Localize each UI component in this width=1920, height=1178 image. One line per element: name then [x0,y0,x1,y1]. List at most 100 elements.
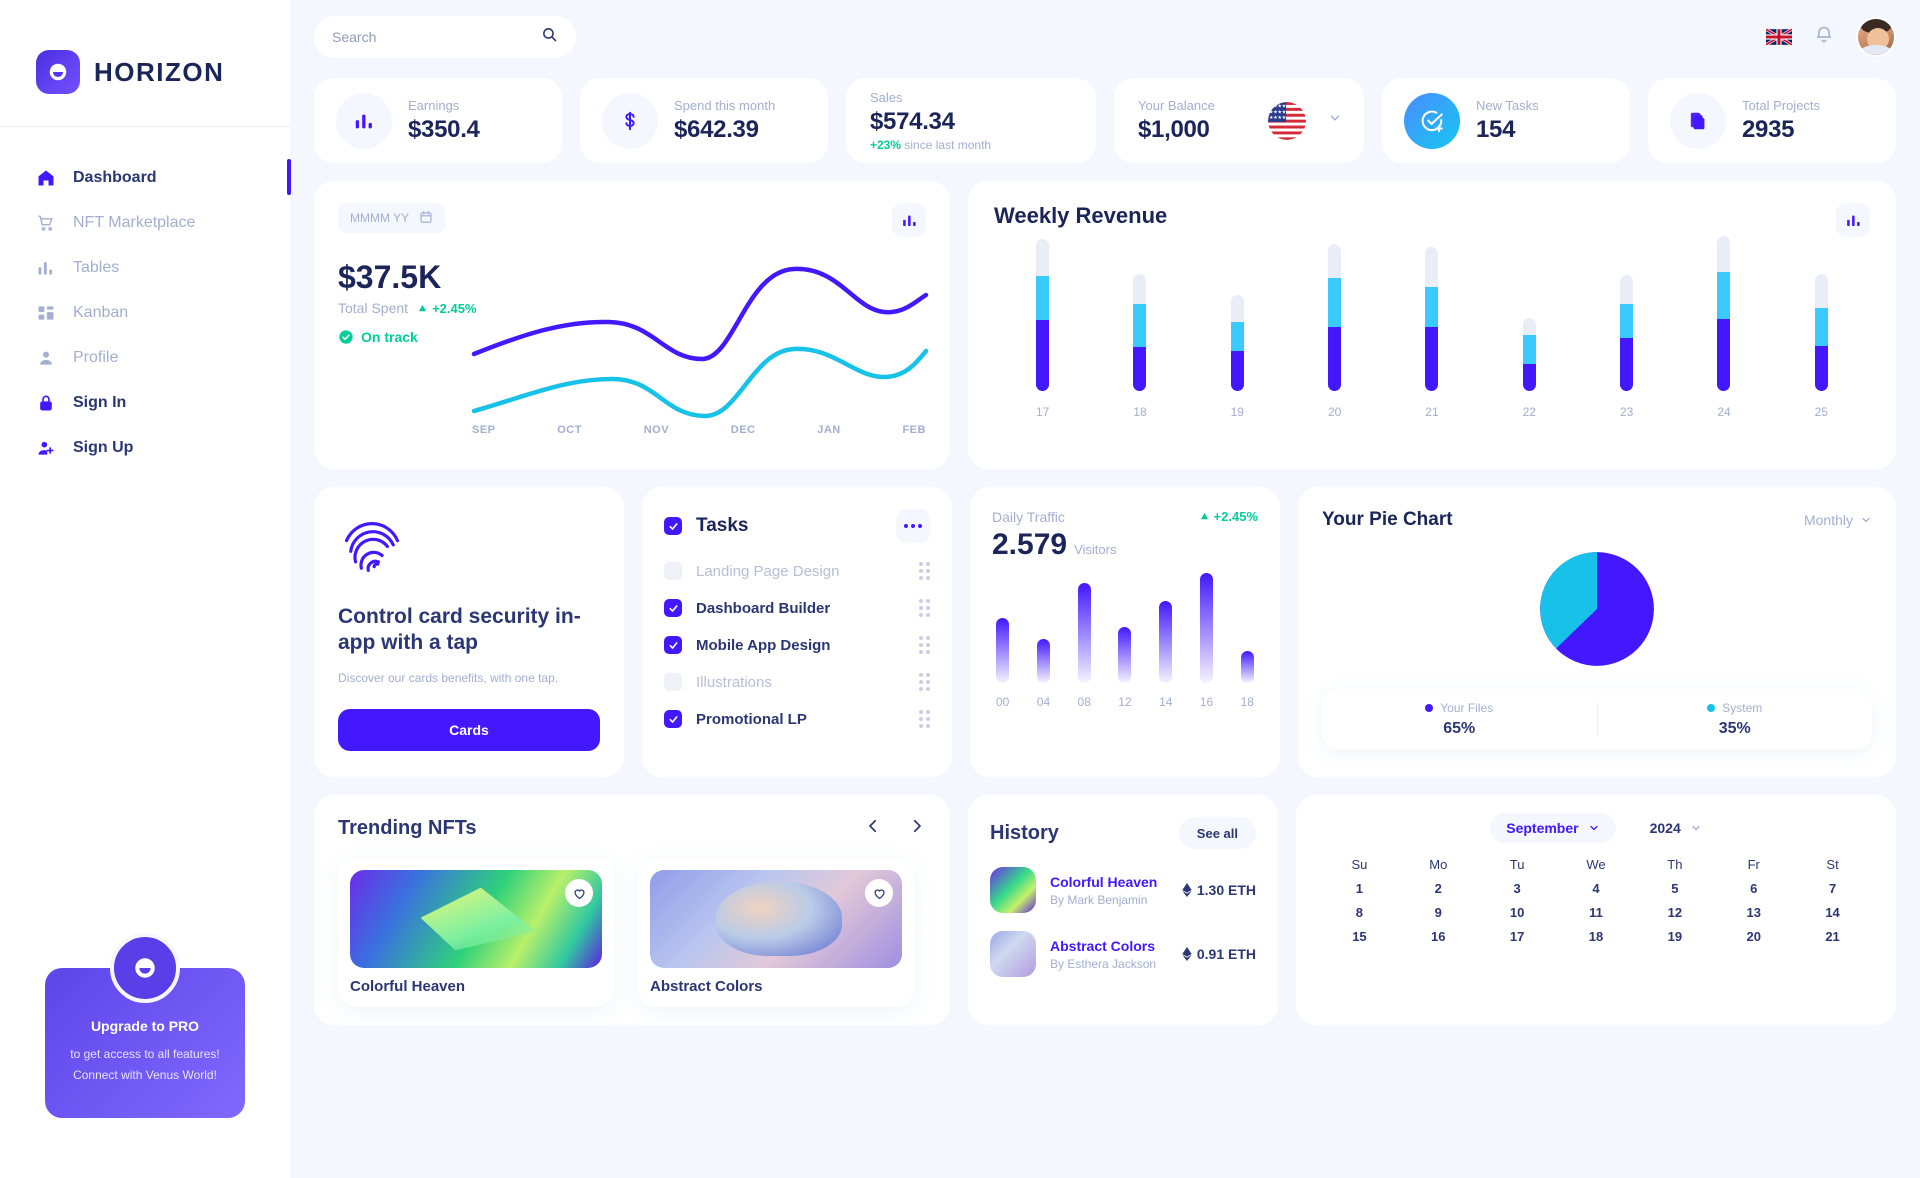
calendar-day[interactable]: 13 [1714,905,1793,920]
chevron-down-icon[interactable] [1328,111,1342,130]
calendar-day[interactable]: 7 [1793,881,1872,896]
sidebar-item-sign-in[interactable]: Sign In [0,380,290,425]
bar-group: 18 [1241,650,1254,709]
nft-card[interactable]: Colorful Heaven [338,858,614,1007]
drag-handle-icon[interactable] [919,562,930,580]
avatar[interactable] [1856,17,1896,57]
history-item-name: Abstract Colors [1050,937,1156,954]
history-item[interactable]: Colorful Heaven By Mark Benjamin 1.30 ET… [990,867,1256,913]
search-icon[interactable] [541,26,558,48]
calendar-year-select[interactable]: 2024 [1650,820,1702,836]
bar-label: 24 [1717,405,1731,419]
bar-group: 18 [1113,273,1167,419]
promo-line-1: to get access to all features! [70,1047,220,1061]
stacked-bar [1425,247,1439,391]
ethereum-icon [1182,947,1192,961]
sidebar-item-kanban[interactable]: Kanban [0,290,290,335]
task-item[interactable]: Promotional LP [664,710,930,728]
pie-chart-title: Your Pie Chart [1322,509,1453,530]
notification-bell-icon[interactable] [1814,25,1834,50]
task-checkbox[interactable] [664,599,682,617]
heart-icon[interactable] [565,879,593,907]
stat-card-spend-this-month[interactable]: Spend this month $642.39 [580,78,828,163]
chevron-left-icon[interactable] [864,817,882,840]
daily-traffic-title: Daily Traffic [992,509,1065,525]
history-item[interactable]: Abstract Colors By Esthera Jackson 0.91 … [990,931,1256,977]
calendar-day[interactable]: 2 [1399,881,1478,896]
calendar-year-label: 2024 [1649,820,1681,836]
see-all-button[interactable]: See all [1178,817,1256,849]
nft-card[interactable]: Abstract Colors [638,858,914,1007]
upgrade-promo-card[interactable]: Upgrade to PRO to get access to all feat… [45,933,245,1118]
calendar-day[interactable]: 21 [1793,929,1872,944]
calendar-day[interactable]: 20 [1714,929,1793,944]
calendar-day[interactable]: 1 [1320,881,1399,896]
security-subtext: Discover our cards benefits, with one ta… [338,670,559,685]
calendar-day[interactable]: 15 [1320,929,1399,944]
calendar-day[interactable]: 9 [1399,905,1478,920]
calendar-day[interactable]: 12 [1635,905,1714,920]
calendar-day[interactable]: 3 [1478,881,1557,896]
pie-period-select[interactable]: Monthly [1804,512,1872,528]
nft-name: Abstract Colors [650,978,763,995]
calendar-day[interactable]: 16 [1399,929,1478,944]
stat-card-total-projects[interactable]: Total Projects 2935 [1648,78,1896,163]
calendar-day[interactable]: 5 [1635,881,1714,896]
more-horizontal-icon[interactable] [896,509,930,543]
sidebar-item-tables[interactable]: Tables [0,245,290,290]
ethereum-icon [1182,883,1192,897]
calendar-day[interactable]: 4 [1557,881,1636,896]
calendar-day[interactable]: 10 [1478,905,1557,920]
calendar-day[interactable]: 14 [1793,905,1872,920]
task-item[interactable]: Landing Page Design [664,562,930,580]
calendar-day-name: St [1826,857,1839,872]
drag-handle-icon[interactable] [919,710,930,728]
bar-segment [1425,247,1439,287]
calendar-day[interactable]: 6 [1714,881,1793,896]
sidebar-item-dashboard[interactable]: Dashboard [0,155,291,200]
chart-type-button[interactable] [1836,203,1870,237]
calendar-month-select[interactable]: September [1490,813,1616,843]
drag-handle-icon[interactable] [919,673,930,691]
stat-card-earnings[interactable]: Earnings $350.4 [314,78,562,163]
calendar-icon [419,210,433,227]
sidebar-item-nft-marketplace[interactable]: NFT Marketplace [0,200,290,245]
price-value: 1.30 ETH [1196,882,1256,898]
task-item[interactable]: Mobile App Design [664,636,930,654]
calendar-day-name: Mo [1429,857,1448,872]
stat-card-your-balance[interactable]: Your Balance $1,000 ★★★★ ★★★★ ★★★★★★★★★★… [1114,78,1364,163]
search-box[interactable] [314,16,576,58]
task-label: Landing Page Design [696,562,840,580]
stat-card-sales[interactable]: Sales $574.34 +23% since last month [846,78,1096,163]
bar-segment [1133,304,1147,347]
cards-button[interactable]: Cards [338,709,600,751]
calendar-day[interactable]: 17 [1478,929,1557,944]
date-filter-button[interactable]: MMMM YY [338,203,446,233]
drag-handle-icon[interactable] [919,636,930,654]
bar-segment [1425,287,1439,327]
date-filter-label: MMMM YY [350,211,410,225]
uk-flag-icon[interactable] [1766,28,1792,46]
search-input[interactable] [332,29,533,45]
heart-icon[interactable] [865,879,893,907]
task-item[interactable]: Illustrations [664,673,930,691]
sidebar-item-profile[interactable]: Profile [0,335,290,380]
calendar-day[interactable]: 19 [1635,929,1714,944]
cart-icon [36,213,56,233]
calendar-day[interactable]: 8 [1320,905,1399,920]
calendar-day[interactable]: 11 [1557,905,1636,920]
sidebar-item-sign-up[interactable]: Sign Up [0,425,290,470]
task-checkbox[interactable] [664,673,682,691]
task-checkbox[interactable] [664,710,682,728]
task-checkbox[interactable] [664,636,682,654]
calendar-day[interactable]: 18 [1557,929,1636,944]
stat-card-new-tasks[interactable]: New Tasks 154 [1382,78,1630,163]
bar-group: 08 [1078,583,1091,709]
bar-label: 22 [1522,405,1536,419]
task-item[interactable]: Dashboard Builder [664,599,930,617]
tasks-header-checkbox[interactable] [664,517,682,535]
task-checkbox[interactable] [664,562,682,580]
chevron-right-icon[interactable] [908,817,926,840]
nft-name: Colorful Heaven [350,978,466,995]
drag-handle-icon[interactable] [919,599,930,617]
